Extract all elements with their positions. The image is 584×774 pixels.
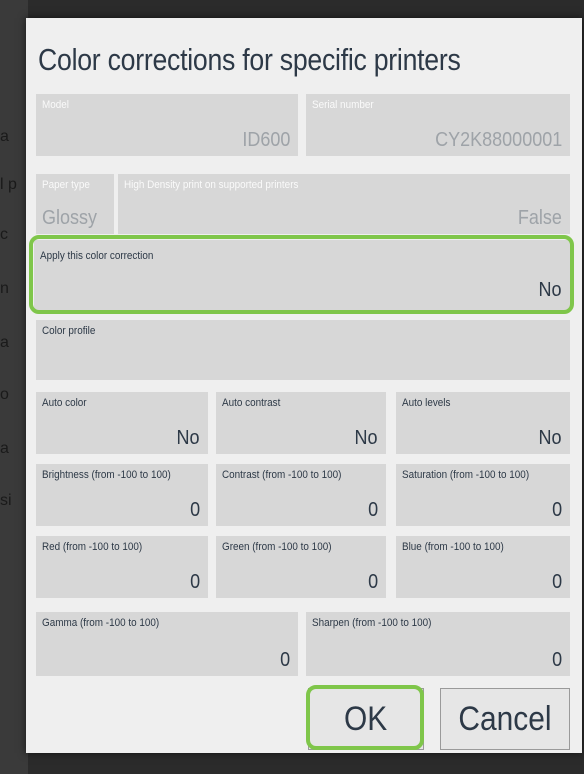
sharpen-label: Sharpen (from -100 to 100) xyxy=(312,617,432,629)
sharpen-value: 0 xyxy=(551,649,562,671)
auto-levels-value: No xyxy=(538,427,562,449)
gamma-label: Gamma (from -100 to 100) xyxy=(42,617,160,629)
blue-value: 0 xyxy=(551,571,562,593)
contrast-label: Contrast (from -100 to 100) xyxy=(222,469,342,481)
color-corrections-dialog: Color corrections for specific printers … xyxy=(26,18,582,753)
high-density-field[interactable]: High Density print on supported printers… xyxy=(118,174,570,234)
color-profile-field[interactable]: Color profile xyxy=(36,320,570,380)
auto-contrast-field[interactable]: Auto contrast No xyxy=(216,392,386,454)
red-label: Red (from -100 to 100) xyxy=(42,541,143,553)
blue-field[interactable]: Blue (from -100 to 100) 0 xyxy=(396,536,570,598)
saturation-label: Saturation (from -100 to 100) xyxy=(402,469,530,481)
contrast-value: 0 xyxy=(367,499,378,521)
serial-number-label: Serial number xyxy=(312,99,374,111)
model-field: Model ID600 xyxy=(36,94,298,156)
cancel-button-label: Cancel xyxy=(458,699,552,738)
auto-levels-field[interactable]: Auto levels No xyxy=(396,392,570,454)
apply-highlight-outline xyxy=(29,235,574,314)
saturation-field[interactable]: Saturation (from -100 to 100) 0 xyxy=(396,464,570,526)
blue-label: Blue (from -100 to 100) xyxy=(402,541,504,553)
high-density-label: High Density print on supported printers xyxy=(124,179,299,191)
paper-type-label: Paper type xyxy=(42,179,90,191)
green-label: Green (from -100 to 100) xyxy=(222,541,332,553)
paper-type-field[interactable]: Paper type Glossy xyxy=(36,174,114,234)
auto-color-field[interactable]: Auto color No xyxy=(36,392,208,454)
auto-levels-label: Auto levels xyxy=(402,397,451,409)
gamma-value: 0 xyxy=(279,649,290,671)
brightness-field[interactable]: Brightness (from -100 to 100) 0 xyxy=(36,464,208,526)
high-density-value: False xyxy=(517,207,562,229)
brightness-value: 0 xyxy=(189,499,200,521)
paper-type-value: Glossy xyxy=(42,207,98,229)
gamma-field[interactable]: Gamma (from -100 to 100) 0 xyxy=(36,612,298,676)
ok-highlight-outline xyxy=(306,685,424,750)
model-value: ID600 xyxy=(241,129,290,151)
auto-contrast-value: No xyxy=(354,427,378,449)
serial-number-field: Serial number CY2K88000001 xyxy=(306,94,570,156)
sharpen-field[interactable]: Sharpen (from -100 to 100) 0 xyxy=(306,612,570,676)
color-profile-label: Color profile xyxy=(42,325,96,337)
auto-color-value: No xyxy=(176,427,200,449)
auto-contrast-label: Auto contrast xyxy=(222,397,281,409)
model-label: Model xyxy=(42,99,69,111)
contrast-field[interactable]: Contrast (from -100 to 100) 0 xyxy=(216,464,386,526)
saturation-value: 0 xyxy=(551,499,562,521)
auto-color-label: Auto color xyxy=(42,397,87,409)
serial-number-value: CY2K88000001 xyxy=(434,129,562,151)
red-field[interactable]: Red (from -100 to 100) 0 xyxy=(36,536,208,598)
cancel-button[interactable]: Cancel xyxy=(440,688,570,750)
green-field[interactable]: Green (from -100 to 100) 0 xyxy=(216,536,386,598)
red-value: 0 xyxy=(189,571,200,593)
green-value: 0 xyxy=(367,571,378,593)
brightness-label: Brightness (from -100 to 100) xyxy=(42,469,171,481)
dialog-title: Color corrections for specific printers xyxy=(38,42,461,77)
